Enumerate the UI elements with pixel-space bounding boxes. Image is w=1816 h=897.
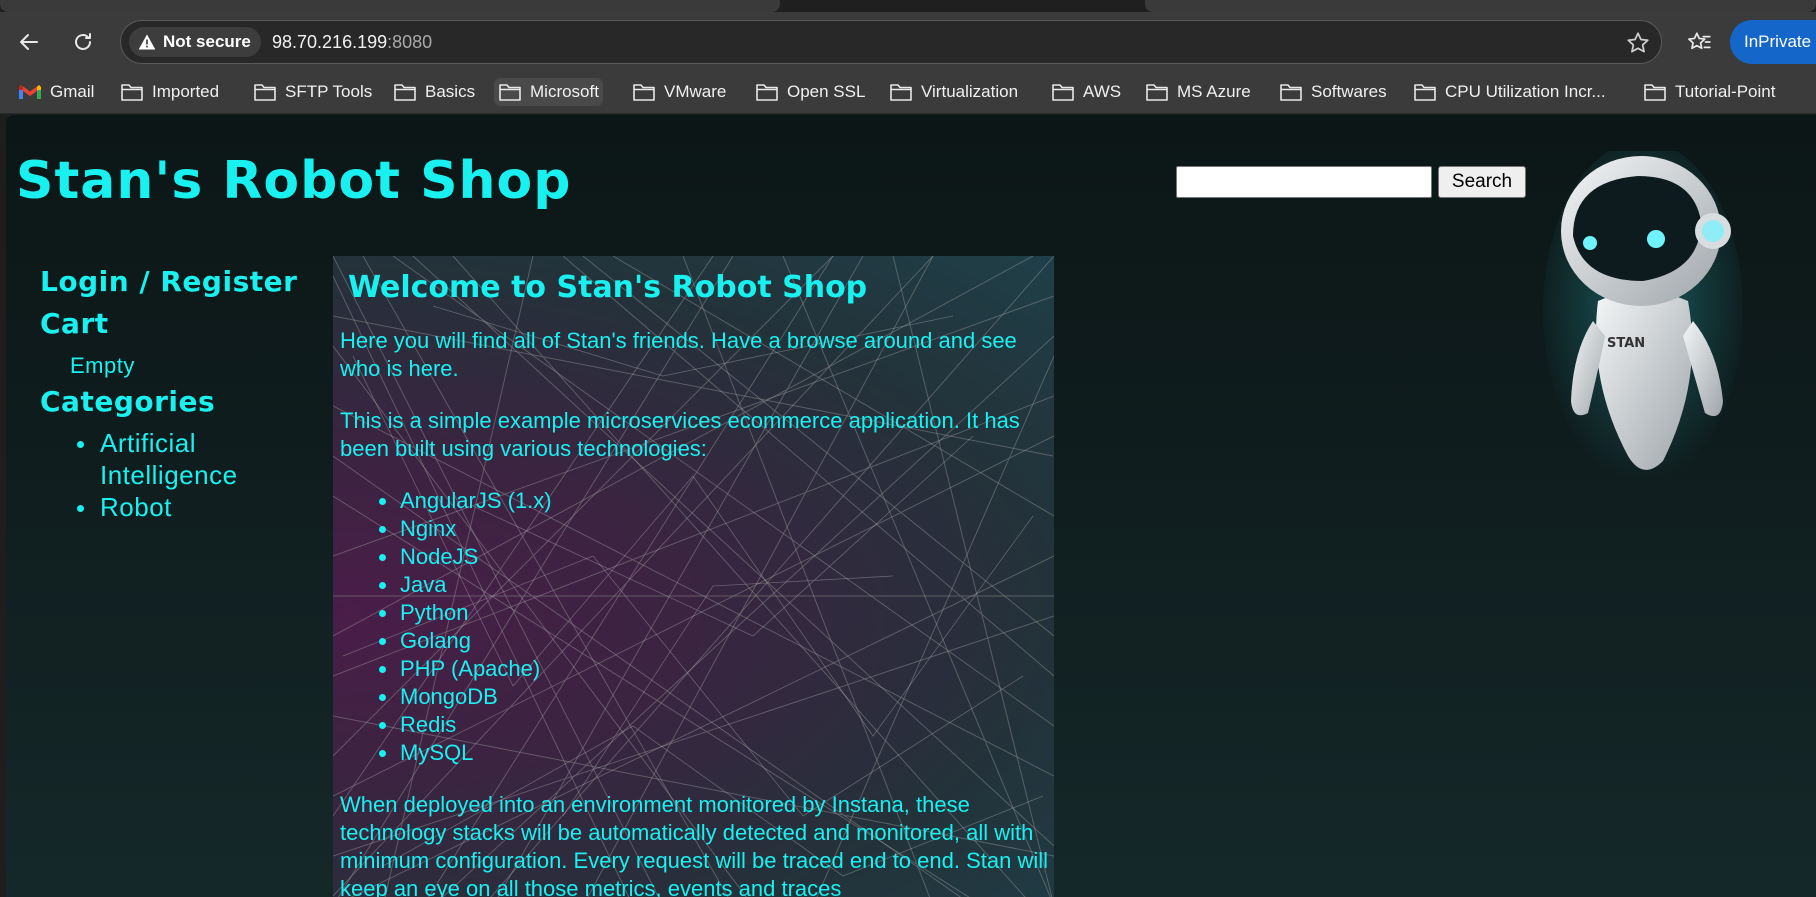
bookmark-folder-softwares[interactable]: Softwares xyxy=(1279,78,1387,106)
welcome-panel: Welcome to Stan's Robot Shop Here you wi… xyxy=(333,256,1054,897)
stan-robot-image: STAN xyxy=(1543,151,1743,481)
folder-icon xyxy=(633,84,655,101)
welcome-content: Welcome to Stan's Robot Shop Here you wi… xyxy=(340,270,1052,897)
technology-item: MySQL xyxy=(340,739,1052,767)
bookmark-label: Basics xyxy=(425,82,476,101)
back-icon xyxy=(20,34,38,50)
category-list: Artificial Intelligence Robot xyxy=(40,427,300,523)
bookmark-folder-open-ssl[interactable]: Open SSL xyxy=(755,78,865,106)
login-register-link[interactable]: Login / Register xyxy=(40,265,297,298)
star-icon[interactable] xyxy=(1625,30,1651,56)
search-input[interactable] xyxy=(1176,166,1432,198)
address-bar[interactable]: Not secure 98.70.216.199:8080 xyxy=(120,20,1662,64)
favorites-icon xyxy=(1688,32,1711,50)
folder-icon xyxy=(1644,84,1666,101)
technology-item: PHP (Apache) xyxy=(340,655,1052,683)
welcome-heading: Welcome to Stan's Robot Shop xyxy=(348,270,868,305)
bookmark-label: Open SSL xyxy=(787,82,866,101)
bookmark-label: Virtualization xyxy=(921,82,1019,101)
refresh-icon xyxy=(75,33,91,50)
bookmark-folder-imported[interactable]: Imported xyxy=(120,78,219,106)
bookmark-label: Imported xyxy=(152,82,220,101)
browser-tab[interactable] xyxy=(0,0,780,12)
bookmark-label: CPU Utilization Incr... xyxy=(1445,82,1606,101)
page-title: Stan's Robot Shop xyxy=(16,151,572,211)
bookmark-folder-basics[interactable]: Basics xyxy=(393,78,475,106)
bookmark-gmail[interactable]: Gmail xyxy=(18,78,94,106)
folder-icon xyxy=(1052,84,1074,101)
bookmark-label: Gmail xyxy=(50,82,95,101)
folder-icon xyxy=(756,84,778,101)
folder-icon xyxy=(394,84,416,101)
welcome-monitoring: When deployed into an environment monito… xyxy=(340,792,1049,897)
bookmark-folder-tutorial-point[interactable]: Tutorial-Point xyxy=(1643,78,1775,106)
technology-item: Java xyxy=(340,571,1052,599)
url-text[interactable]: 98.70.216.199:8080 xyxy=(272,32,432,53)
inprivate-badge[interactable]: InPrivate xyxy=(1730,20,1816,64)
folder-icon xyxy=(1280,84,1302,101)
gmail-icon xyxy=(19,85,41,99)
warning-icon xyxy=(138,34,156,50)
technology-item: NodeJS xyxy=(340,543,1052,571)
bookmark-folder-vmware[interactable]: VMware xyxy=(632,78,726,106)
bookmark-folder-cpu-utilization[interactable]: CPU Utilization Incr... xyxy=(1413,78,1606,106)
bookmark-folder-virtualization[interactable]: Virtualization xyxy=(889,78,1018,106)
bookmark-folder-microsoft[interactable]: Microsoft xyxy=(494,78,603,106)
url-port: :8080 xyxy=(387,32,433,52)
technology-item: Redis xyxy=(340,711,1052,739)
tab-strip xyxy=(0,0,1816,12)
bookmark-label: AWS xyxy=(1083,82,1122,101)
technology-item: MongoDB xyxy=(340,683,1052,711)
url-host: 98.70.216.199 xyxy=(272,32,388,52)
bookmark-folder-sftp-tools[interactable]: SFTP Tools xyxy=(253,78,372,106)
folder-icon xyxy=(890,84,912,101)
bookmark-label: Microsoft xyxy=(530,82,599,101)
folder-icon xyxy=(1146,84,1168,101)
refresh-button[interactable] xyxy=(66,25,100,59)
bookmark-label: Softwares xyxy=(1311,82,1387,101)
page-viewport: Stan's Robot Shop Search STAN Login / Re… xyxy=(6,115,1816,897)
bookmark-label: SFTP Tools xyxy=(285,82,373,101)
bookmark-label: Tutorial-Point xyxy=(1675,82,1776,101)
technology-item: AngularJS (1.x) xyxy=(340,487,1052,515)
technology-list: AngularJS (1.x) Nginx NodeJS Java Python… xyxy=(340,487,1052,767)
cart-heading[interactable]: Cart xyxy=(40,307,109,340)
back-button[interactable] xyxy=(12,25,46,59)
welcome-intro: Here you will find all of Stan's friends… xyxy=(340,328,1017,381)
category-item[interactable]: Robot xyxy=(40,491,300,523)
cart-status: Empty xyxy=(70,353,135,378)
search-button[interactable]: Search xyxy=(1438,166,1526,198)
bookmark-folder-aws[interactable]: AWS xyxy=(1051,78,1121,106)
browser-toolbar: Not secure 98.70.216.199:8080 InPrivate xyxy=(0,12,1816,70)
robot-badge: STAN xyxy=(1607,336,1645,351)
folder-icon xyxy=(121,84,143,101)
technology-item: Golang xyxy=(340,627,1052,655)
bookmark-label: VMware xyxy=(664,82,727,101)
welcome-description: This is a simple example microservices e… xyxy=(340,408,1020,461)
bookmark-label: MS Azure xyxy=(1177,82,1251,101)
categories-heading: Categories xyxy=(40,385,216,418)
browser-tab[interactable] xyxy=(1145,0,1816,12)
category-item[interactable]: Artificial Intelligence xyxy=(40,427,300,491)
folder-icon xyxy=(499,84,521,101)
technology-item: Python xyxy=(340,599,1052,627)
bookmark-folder-ms-azure[interactable]: MS Azure xyxy=(1145,78,1251,106)
favorites-button[interactable] xyxy=(1682,25,1716,59)
bookmarks-bar: Gmail Imported SFTP Tools Basics Microso… xyxy=(0,70,1816,114)
security-label: Not secure xyxy=(163,32,251,51)
security-indicator[interactable]: Not secure xyxy=(129,27,261,57)
folder-icon xyxy=(254,84,276,101)
folder-icon xyxy=(1414,84,1436,101)
technology-item: Nginx xyxy=(340,515,1052,543)
